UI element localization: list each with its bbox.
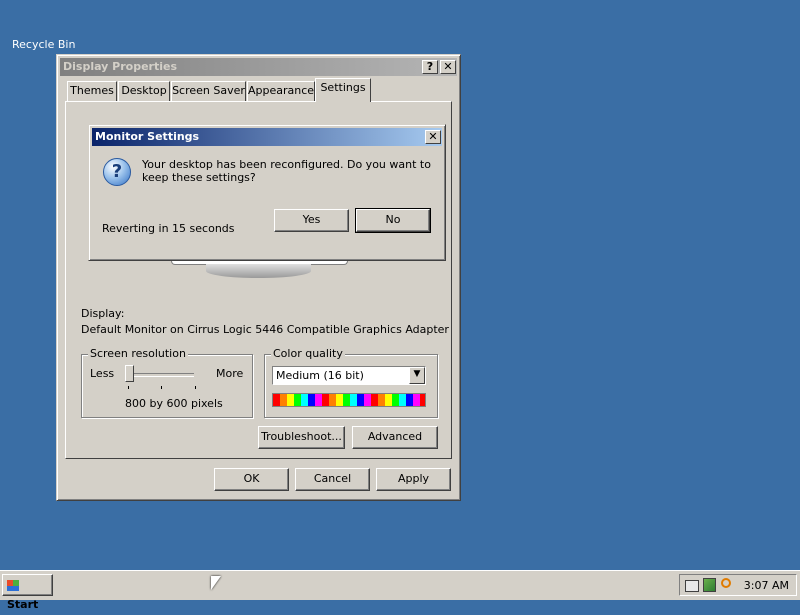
window-title: Display Properties: [63, 60, 178, 73]
question-icon: ?: [103, 158, 131, 186]
color-spectrum-bar: [272, 393, 426, 407]
tab-settings[interactable]: Settings: [315, 78, 371, 102]
display-value: Default Monitor on Cirrus Logic 5446 Com…: [81, 323, 449, 336]
monitor-stand: [206, 264, 311, 278]
screen-resolution-legend: Screen resolution: [88, 347, 188, 360]
apply-button[interactable]: Apply: [376, 468, 451, 491]
dialog-close-button[interactable]: ✕: [425, 130, 441, 144]
clock[interactable]: 3:07 AM: [744, 579, 789, 592]
troubleshoot-button[interactable]: Troubleshoot...: [258, 426, 345, 449]
search-icon[interactable]: [721, 578, 731, 588]
windows-logo-icon: [7, 579, 19, 591]
network-icon[interactable]: [703, 578, 716, 592]
revert-countdown: Reverting in 15 seconds: [102, 222, 235, 235]
dropdown-arrow-button[interactable]: ▼: [409, 367, 425, 384]
yes-button[interactable]: Yes: [274, 209, 349, 232]
close-button[interactable]: ✕: [440, 60, 456, 74]
advanced-button[interactable]: Advanced: [352, 426, 438, 449]
color-quality-select[interactable]: Medium (16 bit) ▼: [272, 366, 426, 385]
resolution-slider-track: [126, 373, 194, 377]
less-label: Less: [90, 367, 115, 380]
monitor-settings-titlebar[interactable]: Monitor Settings ✕: [92, 128, 442, 146]
display-label: Display:: [81, 307, 125, 320]
start-button[interactable]: Start: [2, 574, 53, 611]
keyboard-icon[interactable]: [685, 580, 699, 592]
recycle-bin-label[interactable]: Recycle Bin: [12, 38, 75, 51]
color-quality-legend: Color quality: [271, 347, 345, 360]
taskbar: Start 3:07 AM: [0, 570, 800, 611]
tab-themes[interactable]: Themes: [67, 81, 117, 101]
no-button[interactable]: No: [355, 208, 431, 233]
resolution-slider-thumb[interactable]: [125, 365, 134, 382]
tab-screen-saver[interactable]: Screen Saver: [171, 81, 246, 101]
resolution-value: 800 by 600 pixels: [125, 397, 223, 410]
screen-resolution-group: Screen resolution Less More 800 by 600 p…: [81, 347, 253, 418]
display-properties-titlebar[interactable]: Display Properties ? ✕: [60, 58, 457, 76]
color-quality-group: Color quality Medium (16 bit) ▼: [264, 347, 438, 418]
monitor-settings-dialog: Monitor Settings ✕ ? Your desktop has be…: [88, 124, 446, 261]
mouse-cursor-icon: [211, 576, 221, 590]
dialog-title: Monitor Settings: [95, 130, 200, 143]
help-button[interactable]: ?: [422, 60, 438, 74]
resolution-tick-marks: [128, 386, 196, 389]
dialog-message: Your desktop has been reconfigured. Do y…: [142, 158, 431, 184]
tab-desktop[interactable]: Desktop: [118, 81, 170, 101]
display-properties-window: Display Properties ? ✕ Themes Desktop Sc…: [56, 54, 461, 501]
tab-appearance[interactable]: Appearance: [247, 81, 315, 101]
ok-button[interactable]: OK: [214, 468, 289, 491]
cancel-button[interactable]: Cancel: [295, 468, 370, 491]
more-label: More: [216, 367, 244, 380]
chevron-down-icon: ▼: [413, 369, 421, 379]
color-quality-value: Medium (16 bit): [276, 369, 364, 382]
system-tray: 3:07 AM: [679, 574, 797, 596]
